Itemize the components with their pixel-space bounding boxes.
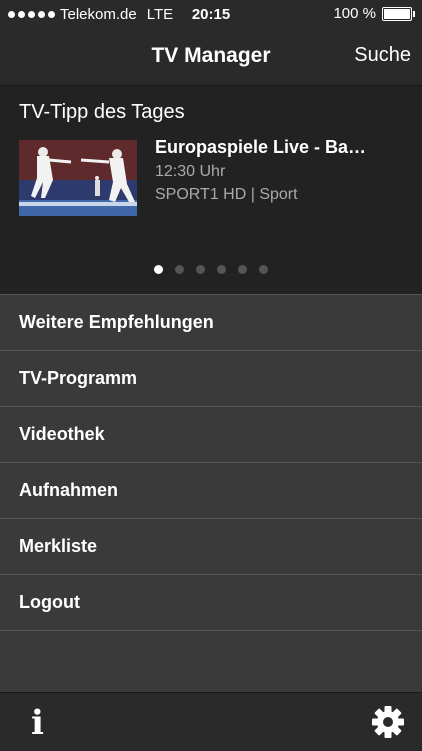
menu-item-tv-programm[interactable]: TV-Programm — [0, 350, 422, 406]
menu-item-logout[interactable]: Logout — [0, 574, 422, 630]
page-dot[interactable] — [217, 265, 226, 274]
tv-tip-channel: SPORT1 HD | Sport — [155, 186, 298, 203]
menu-item-label: Videothek — [19, 424, 105, 444]
tv-tip-thumbnail[interactable] — [19, 140, 137, 216]
menu-item-label: Weitere Empfehlungen — [19, 312, 214, 332]
page-dot[interactable] — [154, 265, 163, 274]
menu-item-videothek[interactable]: Videothek — [0, 406, 422, 462]
main-menu: Weitere Empfehlungen TV-Programm Videoth… — [0, 294, 422, 631]
search-button[interactable]: Suche — [354, 44, 411, 67]
page-dot[interactable] — [196, 265, 205, 274]
page-dot[interactable] — [175, 265, 184, 274]
tv-tip-section: TV-Tipp des Tages Europaspiele Live - Ba… — [0, 86, 422, 294]
tv-tip-time: 12:30 Uhr — [155, 163, 226, 180]
menu-item-label: Merkliste — [19, 536, 98, 556]
tv-tip-heading: TV-Tipp des Tages — [19, 101, 185, 123]
menu-item-label: Aufnahmen — [19, 480, 118, 500]
menu-item-merkliste[interactable]: Merkliste — [0, 518, 422, 574]
menu-divider — [0, 630, 422, 631]
nav-bar: TV Manager Suche — [0, 30, 422, 86]
info-icon[interactable]: i — [31, 703, 44, 743]
menu-item-label: TV-Programm — [19, 368, 138, 388]
gear-icon[interactable] — [371, 705, 405, 739]
tv-tip-title[interactable]: Europaspiele Live - Ba… — [155, 137, 405, 158]
fencing-image — [19, 140, 137, 216]
bottom-bar: i — [0, 692, 422, 751]
menu-item-label: Logout — [19, 592, 80, 612]
battery-icon — [382, 6, 415, 21]
page-dot[interactable] — [259, 265, 268, 274]
status-bar: Telekom.de LTE 20:15 100 % — [0, 0, 422, 30]
menu-item-weitere-empfehlungen[interactable]: Weitere Empfehlungen — [0, 294, 422, 350]
menu-item-aufnahmen[interactable]: Aufnahmen — [0, 462, 422, 518]
status-right: 100 % — [333, 5, 415, 22]
page-indicator[interactable] — [0, 265, 422, 274]
page-dot[interactable] — [238, 265, 247, 274]
battery-label: 100 % — [333, 5, 376, 22]
